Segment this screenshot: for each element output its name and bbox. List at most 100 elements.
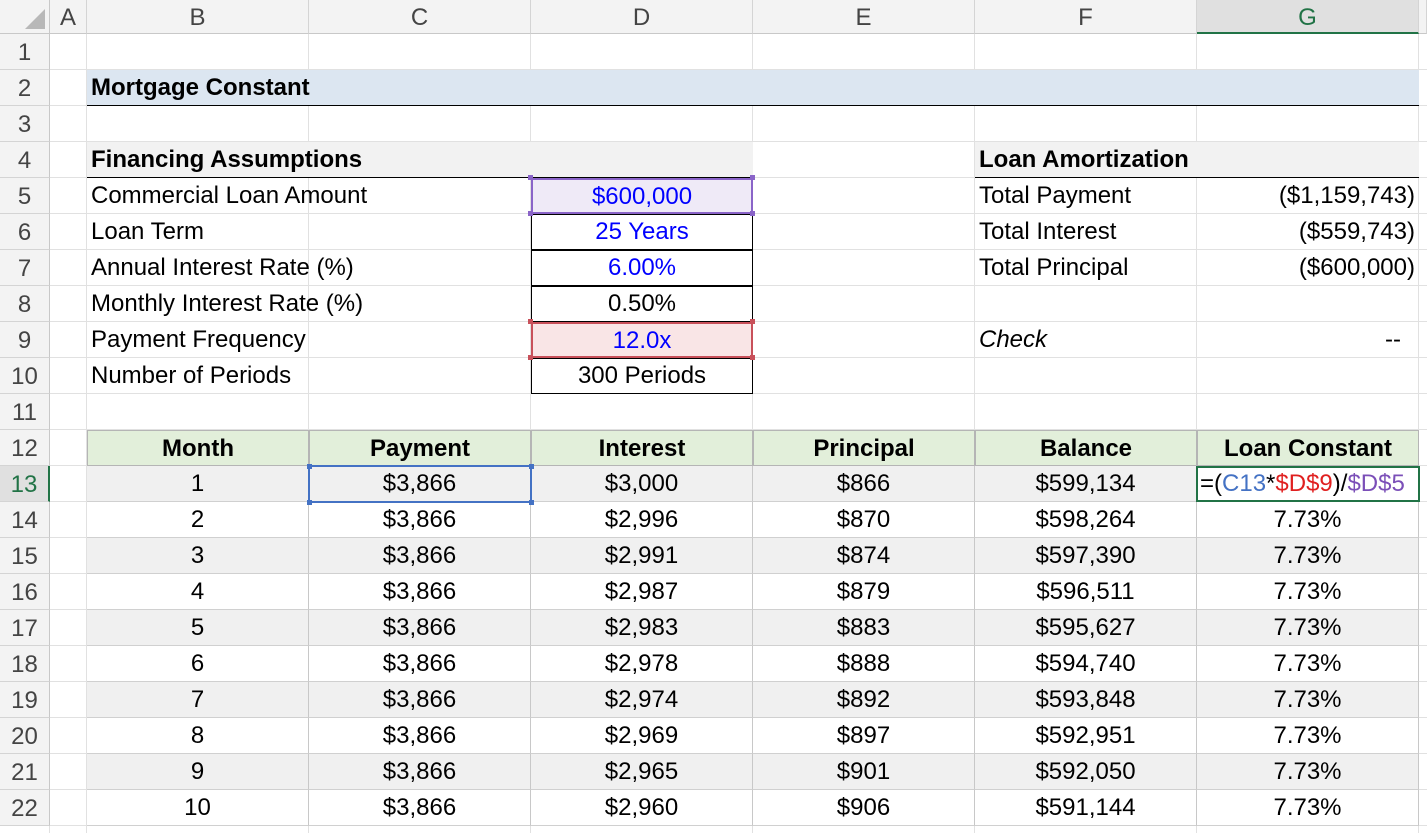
amortization-value[interactable]: ($600,000) xyxy=(1197,250,1419,286)
row-header-9[interactable]: 9 xyxy=(0,322,50,358)
table-cell[interactable]: 7.73% xyxy=(1197,610,1419,646)
table-cell[interactable]: $2,987 xyxy=(531,574,753,610)
financing-value[interactable]: 25 Years xyxy=(531,214,753,250)
row-header-16[interactable]: 16 xyxy=(0,574,50,610)
row-header-6[interactable]: 6 xyxy=(0,214,50,250)
financing-label[interactable]: Payment Frequency xyxy=(87,322,531,358)
table-cell[interactable]: $888 xyxy=(753,646,975,682)
financing-label[interactable]: Commercial Loan Amount xyxy=(87,178,531,214)
financing-label[interactable]: Loan Term xyxy=(87,214,531,250)
amortization-label[interactable]: Total Payment xyxy=(975,178,1197,214)
row-header-13[interactable]: 13 xyxy=(0,466,50,502)
table-cell[interactable]: $3,866 xyxy=(309,466,531,502)
row-header-17[interactable]: 17 xyxy=(0,610,50,646)
table-cell[interactable]: 7.73% xyxy=(1197,718,1419,754)
table-header-principal[interactable]: Principal xyxy=(753,430,975,466)
table-cell[interactable]: $2,969 xyxy=(531,718,753,754)
table-cell[interactable]: $883 xyxy=(753,610,975,646)
reference-handle[interactable] xyxy=(750,211,755,216)
table-cell[interactable]: $599,134 xyxy=(975,466,1197,502)
table-cell[interactable]: $2,960 xyxy=(531,790,753,826)
table-cell[interactable]: $3,866 xyxy=(309,610,531,646)
page-title[interactable]: Mortgage Constant xyxy=(87,70,1419,106)
table-cell[interactable]: $591,144 xyxy=(975,790,1197,826)
row-header-2[interactable]: 2 xyxy=(0,70,50,106)
table-cell[interactable]: 6 xyxy=(87,646,309,682)
row-header-14[interactable]: 14 xyxy=(0,502,50,538)
table-cell[interactable]: 8 xyxy=(87,718,309,754)
table-cell[interactable]: $3,866 xyxy=(309,754,531,790)
financing-value[interactable]: 300 Periods xyxy=(531,358,753,394)
loan-amortization-header[interactable]: Loan Amortization xyxy=(975,142,1419,178)
amortization-value[interactable]: ($559,743) xyxy=(1197,214,1419,250)
reference-handle[interactable] xyxy=(750,355,755,360)
table-cell[interactable]: 7.73% xyxy=(1197,754,1419,790)
reference-handle[interactable] xyxy=(528,355,533,360)
formula-edit-cell[interactable]: =(C13*$D$9)/$D$5 xyxy=(1196,466,1420,502)
table-cell[interactable]: $592,050 xyxy=(975,754,1197,790)
column-header-e[interactable]: E xyxy=(753,0,975,34)
table-cell[interactable]: $3,866 xyxy=(309,790,531,826)
table-cell[interactable]: $2,965 xyxy=(531,754,753,790)
table-cell[interactable]: $3,000 xyxy=(531,466,753,502)
table-cell[interactable]: $3,866 xyxy=(309,538,531,574)
table-cell[interactable]: $3,866 xyxy=(309,502,531,538)
table-cell[interactable]: $901 xyxy=(753,754,975,790)
table-cell[interactable]: $598,264 xyxy=(975,502,1197,538)
financing-label[interactable]: Number of Periods xyxy=(87,358,531,394)
table-cell[interactable]: $595,627 xyxy=(975,610,1197,646)
row-header-20[interactable]: 20 xyxy=(0,718,50,754)
amortization-value[interactable]: ($1,159,743) xyxy=(1197,178,1419,214)
column-header-f[interactable]: F xyxy=(975,0,1197,34)
table-cell[interactable]: $870 xyxy=(753,502,975,538)
table-cell[interactable]: $597,390 xyxy=(975,538,1197,574)
row-header-10[interactable]: 10 xyxy=(0,358,50,394)
table-cell[interactable]: $3,866 xyxy=(309,718,531,754)
table-cell[interactable]: 3 xyxy=(87,538,309,574)
table-cell[interactable]: 7.73% xyxy=(1197,502,1419,538)
table-header-loan-constant[interactable]: Loan Constant xyxy=(1197,430,1419,466)
table-cell[interactable]: 1 xyxy=(87,466,309,502)
financing-assumptions-header[interactable]: Financing Assumptions xyxy=(87,142,753,178)
table-cell[interactable]: $2,991 xyxy=(531,538,753,574)
table-cell[interactable]: $2,978 xyxy=(531,646,753,682)
reference-handle[interactable] xyxy=(528,211,533,216)
table-cell[interactable]: $3,866 xyxy=(309,646,531,682)
financing-label[interactable]: Annual Interest Rate (%) xyxy=(87,250,531,286)
row-header-3[interactable]: 3 xyxy=(0,106,50,142)
column-header-d[interactable]: D xyxy=(531,0,753,34)
table-cell[interactable]: $2,996 xyxy=(531,502,753,538)
table-header-month[interactable]: Month xyxy=(87,430,309,466)
financing-value[interactable]: $600,000 xyxy=(531,178,753,214)
table-cell[interactable]: $874 xyxy=(753,538,975,574)
table-cell[interactable]: $2,974 xyxy=(531,682,753,718)
table-cell[interactable]: $3,866 xyxy=(309,682,531,718)
table-cell[interactable]: 7.73% xyxy=(1197,538,1419,574)
column-header-b[interactable]: B xyxy=(87,0,309,34)
table-cell[interactable]: 5 xyxy=(87,610,309,646)
table-cell[interactable]: 7 xyxy=(87,682,309,718)
reference-handle[interactable] xyxy=(750,319,755,324)
table-cell[interactable]: $897 xyxy=(753,718,975,754)
table-cell[interactable]: $3,866 xyxy=(309,574,531,610)
table-cell[interactable]: 9 xyxy=(87,754,309,790)
amortization-label[interactable]: Total Principal xyxy=(975,250,1197,286)
table-cell[interactable]: $906 xyxy=(753,790,975,826)
reference-handle[interactable] xyxy=(528,319,533,324)
table-cell[interactable]: 10 xyxy=(87,790,309,826)
table-cell[interactable]: 7.73% xyxy=(1197,790,1419,826)
financing-label[interactable]: Monthly Interest Rate (%) xyxy=(87,286,531,322)
table-cell[interactable]: $593,848 xyxy=(975,682,1197,718)
check-value[interactable]: -- xyxy=(1197,322,1419,358)
table-cell[interactable]: $892 xyxy=(753,682,975,718)
financing-value[interactable]: 6.00% xyxy=(531,250,753,286)
reference-handle[interactable] xyxy=(750,175,755,180)
table-cell[interactable]: $2,983 xyxy=(531,610,753,646)
row-header-22[interactable]: 22 xyxy=(0,790,50,826)
select-all-corner[interactable] xyxy=(0,0,50,34)
row-header-15[interactable]: 15 xyxy=(0,538,50,574)
row-header-1[interactable]: 1 xyxy=(0,34,50,70)
table-cell[interactable]: 4 xyxy=(87,574,309,610)
row-header-7[interactable]: 7 xyxy=(0,250,50,286)
column-header-g[interactable]: G xyxy=(1197,0,1419,34)
